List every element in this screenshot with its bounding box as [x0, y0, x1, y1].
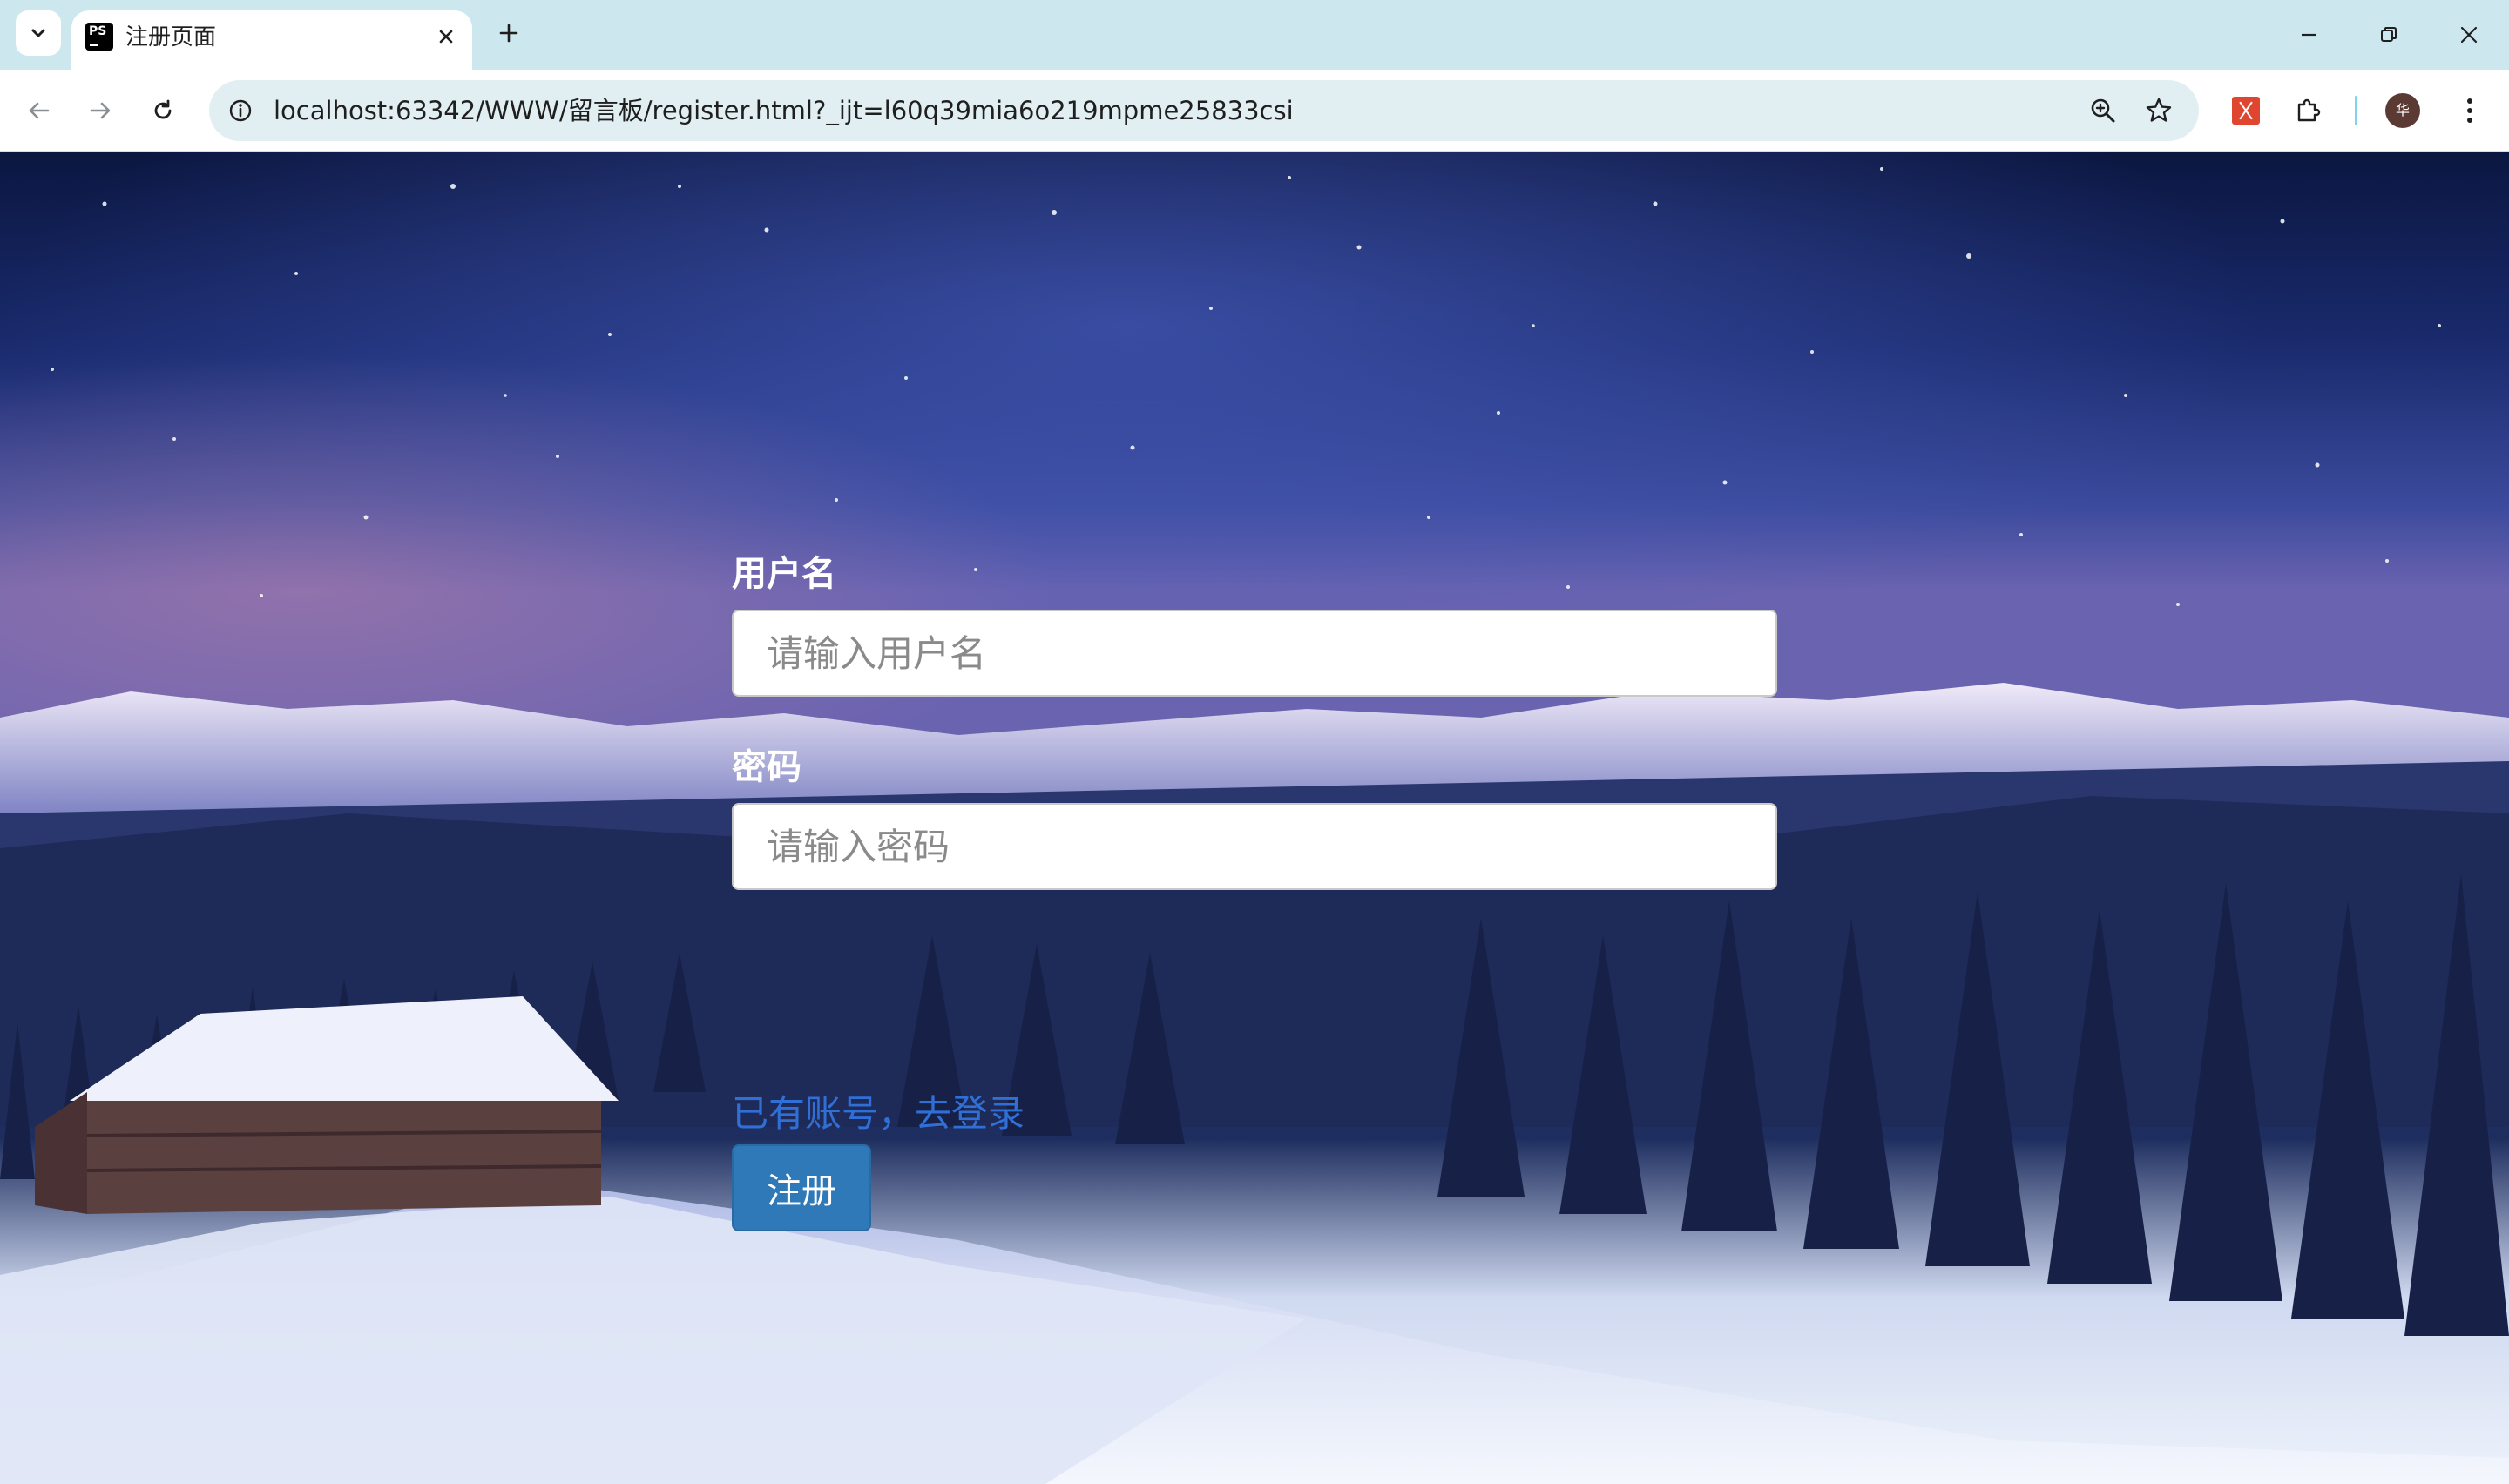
arrow-left-icon: [29, 102, 50, 119]
extension-button[interactable]: [2224, 89, 2268, 132]
site-info-button[interactable]: [220, 90, 261, 132]
zoom-in-icon: [2091, 98, 2115, 123]
reload-icon: [154, 99, 172, 119]
browser-toolbar: localhost:63342/WWW/留言板/register.html?_i…: [0, 70, 2509, 152]
puzzle-icon: [2297, 98, 2321, 122]
restore-icon: [2381, 27, 2397, 42]
password-input[interactable]: [732, 803, 1777, 890]
favicon-text: PS: [89, 24, 107, 38]
close-window-icon: [2460, 26, 2478, 44]
close-icon: [439, 30, 453, 44]
page-viewport: 用户名 密码 已有账号，去登录 注册: [0, 152, 2509, 1484]
extension-x-icon: [2232, 97, 2260, 125]
login-link[interactable]: 已有账号，去登录: [732, 1090, 1025, 1137]
username-input[interactable]: [732, 610, 1777, 697]
active-tab[interactable]: PS 注册页面: [71, 10, 472, 70]
forward-button[interactable]: [78, 89, 122, 132]
arrow-right-icon: [90, 102, 111, 119]
zoom-button[interactable]: [2082, 90, 2124, 132]
profile-button[interactable]: 华: [2381, 89, 2424, 132]
close-window-button[interactable]: [2443, 12, 2495, 57]
bookmark-button[interactable]: [2138, 90, 2180, 132]
reload-button[interactable]: [141, 89, 185, 132]
minimize-icon: [2302, 33, 2316, 37]
username-label: 用户名: [732, 554, 836, 594]
tab-title: 注册页面: [125, 24, 217, 51]
toolbar-separator: [2355, 96, 2357, 125]
plus-icon: [499, 24, 518, 43]
more-vertical-icon: [2467, 98, 2472, 123]
back-button[interactable]: [17, 89, 61, 132]
browser-tab-bar: PS 注册页面: [0, 0, 2509, 70]
url-text[interactable]: localhost:63342/WWW/留言板/register.html?_i…: [274, 94, 1294, 127]
info-icon: [229, 99, 252, 122]
password-label: 密码: [732, 747, 801, 787]
browser-menu-button[interactable]: [2448, 89, 2492, 132]
star-icon: [2146, 98, 2172, 122]
avatar: 华: [2385, 93, 2420, 128]
address-bar[interactable]: localhost:63342/WWW/留言板/register.html?_i…: [209, 80, 2199, 141]
restore-button[interactable]: [2363, 12, 2415, 57]
tab-favicon: PS: [85, 23, 113, 51]
minimize-button[interactable]: [2282, 12, 2335, 57]
new-tab-button[interactable]: [491, 16, 526, 51]
chevron-down-icon: [31, 29, 45, 37]
tab-search-button[interactable]: [16, 10, 61, 56]
extensions-menu-button[interactable]: [2287, 89, 2330, 132]
tab-close-button[interactable]: [430, 21, 462, 52]
register-button[interactable]: 注册: [732, 1144, 871, 1231]
